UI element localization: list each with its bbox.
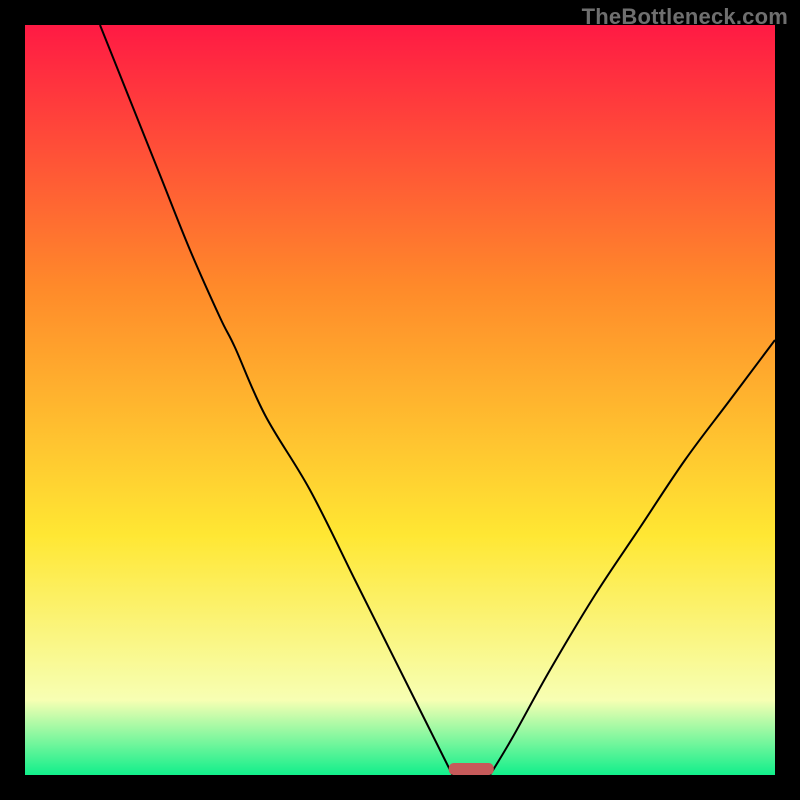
gradient-background bbox=[25, 25, 775, 775]
plot-area bbox=[25, 25, 775, 775]
chart-frame: TheBottleneck.com bbox=[0, 0, 800, 800]
optimal-point-marker bbox=[449, 763, 494, 775]
watermark-text: TheBottleneck.com bbox=[582, 4, 788, 30]
plot-svg bbox=[25, 25, 775, 775]
